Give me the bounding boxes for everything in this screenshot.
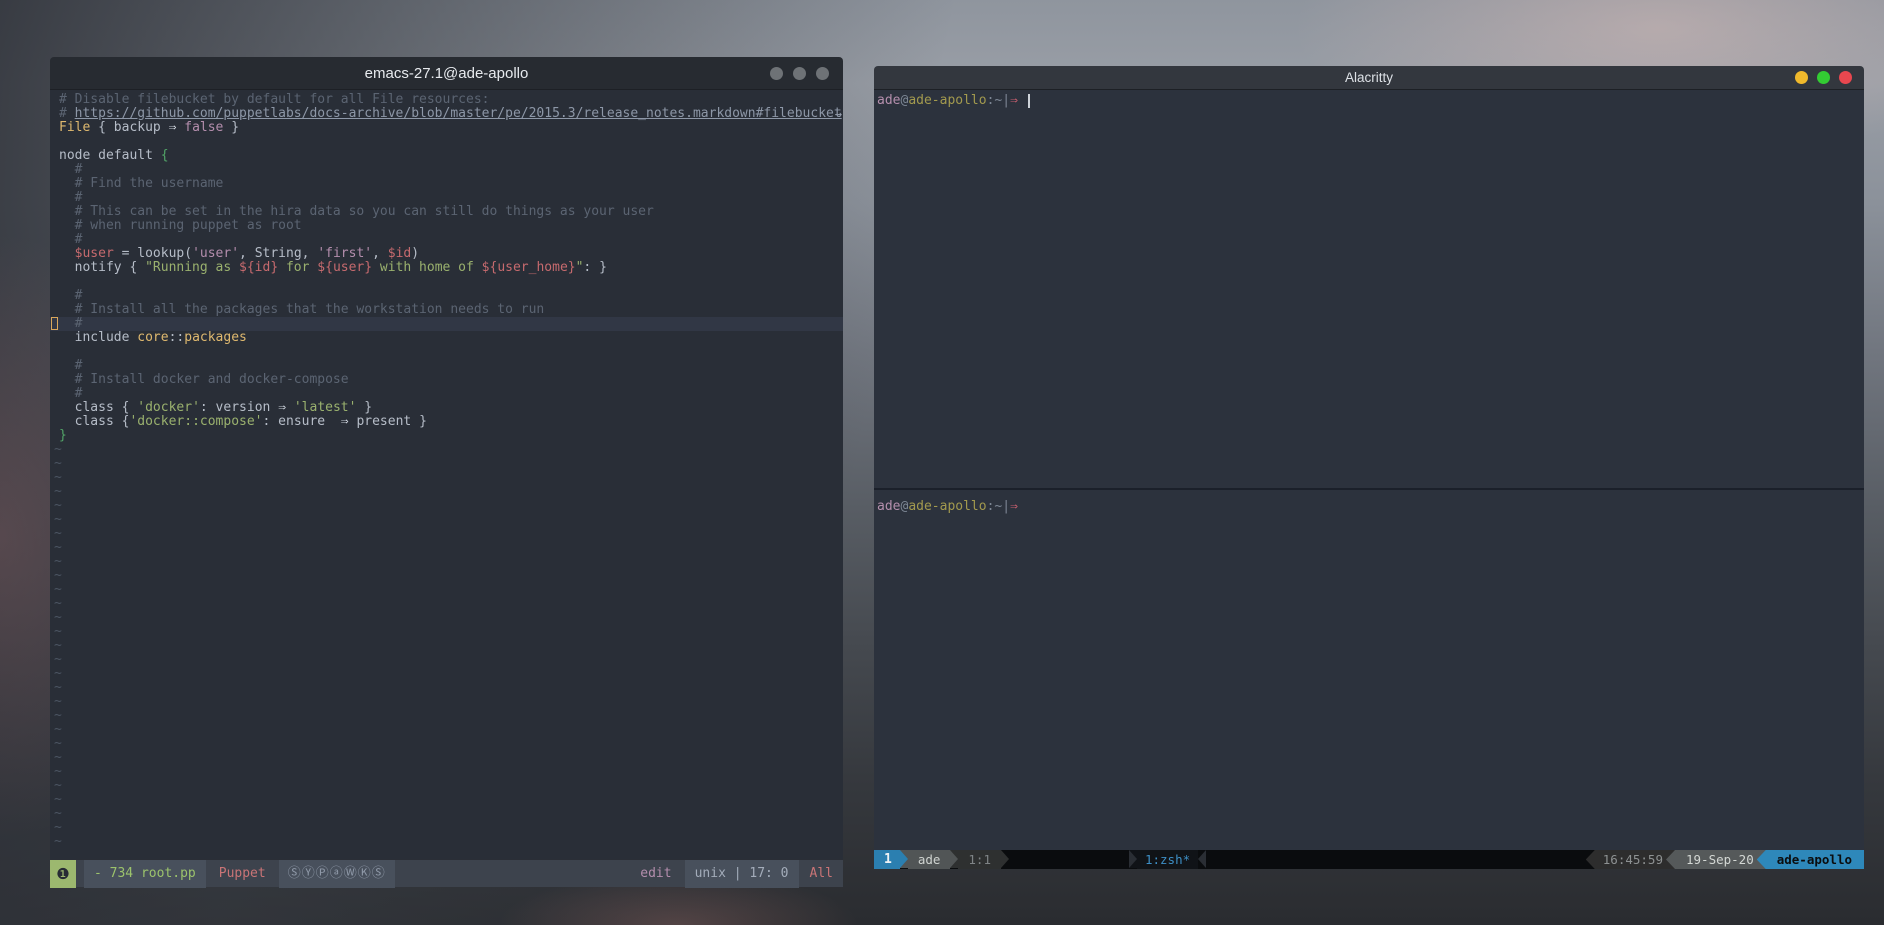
emacs-buffer[interactable]: → # Disable filebucket by default for al… bbox=[50, 90, 843, 859]
emacs-window: emacs-27.1@ade-apollo → # Disable filebu… bbox=[50, 57, 843, 888]
code-line: node default { bbox=[59, 149, 843, 163]
code-line: # bbox=[59, 359, 843, 373]
code-line bbox=[59, 275, 843, 289]
empty-line-tilde: ~ bbox=[54, 471, 843, 485]
tmux-status-bar: 1 ade 1:1 1:zsh* 16:45:59 19-Sep-20 ade-… bbox=[874, 850, 1864, 869]
code-line: class {'docker::compose': ensure ⇒ prese… bbox=[59, 415, 843, 429]
empty-line-tilde: ~ bbox=[54, 569, 843, 583]
hostname-segment: ade-apollo bbox=[1757, 850, 1864, 869]
code-line: # bbox=[59, 387, 843, 401]
empty-line-tilde: ~ bbox=[54, 597, 843, 611]
empty-line-tilde: ~ bbox=[54, 835, 843, 849]
window-button-icon[interactable] bbox=[793, 67, 806, 80]
empty-line-tilde: ~ bbox=[54, 751, 843, 765]
code-line: # https://github.com/puppetlabs/docs-arc… bbox=[59, 107, 843, 121]
powerline-arrow-icon bbox=[1001, 850, 1009, 868]
emacs-window-controls bbox=[770, 67, 829, 80]
terminal-cursor bbox=[1028, 94, 1030, 108]
maximize-button-icon[interactable] bbox=[1817, 71, 1830, 84]
code-line: # This can be set in the hira data so yo… bbox=[59, 205, 843, 219]
terminal-pane-bottom[interactable]: ade@ade-apollo:~|⇒ bbox=[874, 490, 1864, 850]
window-button-icon[interactable] bbox=[770, 67, 783, 80]
modeline-file-info: - 734 root.pp bbox=[84, 860, 206, 888]
empty-line-tilde: ~ bbox=[54, 485, 843, 499]
empty-line-tilde: ~ bbox=[54, 653, 843, 667]
empty-line-tilde: ~ bbox=[54, 695, 843, 709]
powerline-arrow-icon bbox=[950, 850, 958, 868]
terminal-prompt: ade@ade-apollo:~|⇒ bbox=[877, 499, 1864, 515]
workspace-badge: ❶ bbox=[50, 860, 76, 888]
user-segment: ade bbox=[908, 850, 951, 869]
code-line: include core::packages bbox=[59, 331, 843, 345]
empty-line-tilde: ~ bbox=[54, 807, 843, 821]
session-index-segment: 1 bbox=[874, 850, 900, 869]
terminal-pane-top[interactable]: ade@ade-apollo:~|⇒ bbox=[874, 90, 1864, 488]
empty-line-tilde: ~ bbox=[54, 709, 843, 723]
code-line: } bbox=[59, 429, 843, 443]
code-line: # Install all the packages that the work… bbox=[59, 303, 843, 317]
empty-line-tilde: ~ bbox=[54, 765, 843, 779]
powerline-arrow-icon bbox=[900, 850, 908, 868]
terminal-prompt: ade@ade-apollo:~|⇒ bbox=[877, 93, 1864, 109]
minimize-button-icon[interactable] bbox=[1795, 71, 1808, 84]
code-line: # Install docker and docker-compose bbox=[59, 373, 843, 387]
empty-line-tilde: ~ bbox=[54, 541, 843, 555]
alacritty-titlebar[interactable]: Alacritty bbox=[874, 66, 1864, 90]
tmux-window-item[interactable]: 1:zsh* bbox=[1137, 850, 1198, 869]
empty-line-tilde: ~ bbox=[54, 625, 843, 639]
emacs-titlebar[interactable]: emacs-27.1@ade-apollo bbox=[50, 57, 843, 90]
empty-line-tilde: ~ bbox=[54, 611, 843, 625]
code-line: # Find the username bbox=[59, 177, 843, 191]
empty-line-tilde: ~ bbox=[54, 821, 843, 835]
code-line: # bbox=[59, 163, 843, 177]
empty-line-tilde: ~ bbox=[54, 793, 843, 807]
window-button-icon[interactable] bbox=[816, 67, 829, 80]
emacs-window-title: emacs-27.1@ade-apollo bbox=[365, 65, 529, 82]
empty-line-tilde: ~ bbox=[54, 443, 843, 457]
encoding-position-label: unix | 17: 0 bbox=[685, 860, 799, 888]
code-line bbox=[59, 345, 843, 359]
empty-line-tilde: ~ bbox=[54, 723, 843, 737]
empty-line-tilde: ~ bbox=[54, 779, 843, 793]
code-line: # bbox=[59, 233, 843, 247]
code-line bbox=[59, 135, 843, 149]
empty-line-tilde: ~ bbox=[54, 499, 843, 513]
code-line: # bbox=[59, 289, 843, 303]
code-line: # bbox=[50, 317, 843, 331]
empty-line-tilde: ~ bbox=[54, 667, 843, 681]
powerline-arrow-icon bbox=[1198, 850, 1206, 868]
clock-segment: 16:45:59 bbox=[1586, 850, 1675, 869]
minor-mode-icons[interactable]: ⓈⓎⓅⓐⓌⓀⓈ bbox=[279, 860, 395, 888]
pane-index-segment: 1:1 bbox=[958, 850, 1001, 869]
terminal-area: ade@ade-apollo:~|⇒ ade@ade-apollo:~|⇒ 1 … bbox=[874, 90, 1864, 869]
empty-line-tilde: ~ bbox=[54, 513, 843, 527]
code-line: $user = lookup('user', String, 'first', … bbox=[59, 247, 843, 261]
code-line: File { backup ⇒ false } bbox=[59, 121, 843, 135]
major-mode-label[interactable]: Puppet bbox=[219, 866, 266, 881]
code-line: # bbox=[59, 191, 843, 205]
emacs-modeline: ❶ - 734 root.pp Puppet ⓈⓎⓅⓐⓌⓀⓈ edit unix… bbox=[50, 859, 843, 887]
empty-line-tilde: ~ bbox=[54, 457, 843, 471]
empty-line-tilde: ~ bbox=[54, 555, 843, 569]
code-line: # Disable filebucket by default for all … bbox=[59, 93, 843, 107]
traffic-light-controls bbox=[1795, 71, 1852, 84]
emacs-cursor bbox=[51, 317, 58, 330]
empty-line-tilde: ~ bbox=[54, 681, 843, 695]
alacritty-window-title: Alacritty bbox=[1345, 70, 1393, 85]
scroll-position-label: All bbox=[810, 866, 833, 881]
empty-line-tilde: ~ bbox=[54, 737, 843, 751]
code-line: class { 'docker': version ⇒ 'latest' } bbox=[59, 401, 843, 415]
code-line: # when running puppet as root bbox=[59, 219, 843, 233]
empty-line-tilde: ~ bbox=[54, 583, 843, 597]
date-segment: 19-Sep-20 bbox=[1666, 850, 1766, 869]
alacritty-window: Alacritty ade@ade-apollo:~|⇒ ade@ade-apo… bbox=[874, 66, 1864, 888]
code-line: notify { "Running as ${id} for ${user} w… bbox=[59, 261, 843, 275]
powerline-arrow-icon bbox=[1129, 850, 1137, 868]
edit-state-label: edit bbox=[640, 866, 671, 881]
close-button-icon[interactable] bbox=[1839, 71, 1852, 84]
empty-line-tilde: ~ bbox=[54, 639, 843, 653]
empty-line-tilde: ~ bbox=[54, 527, 843, 541]
